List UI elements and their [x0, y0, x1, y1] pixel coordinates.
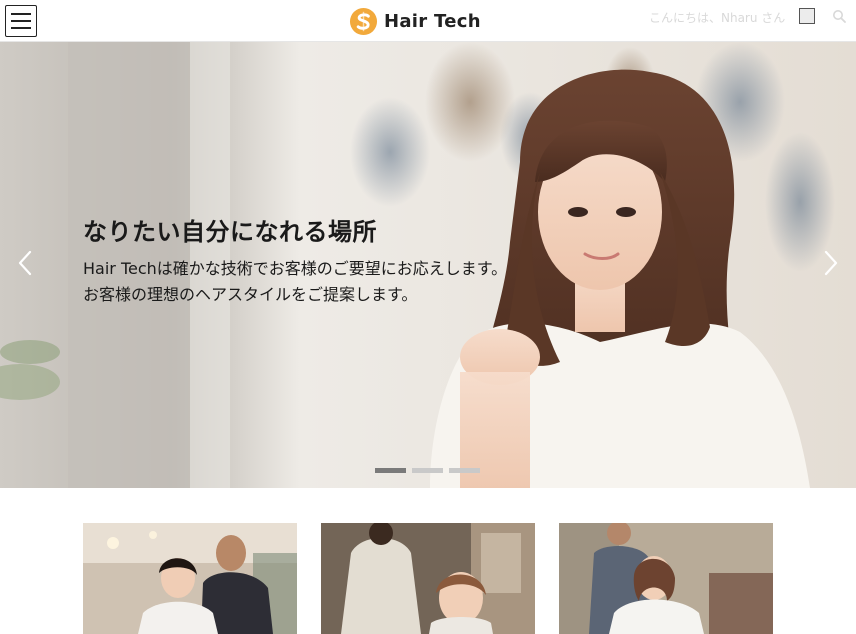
hair-tech-logo-icon — [349, 7, 378, 35]
chevron-right-icon — [824, 250, 838, 276]
chevron-left-icon — [18, 250, 32, 276]
salon-stylist-with-customer-photo — [83, 523, 297, 634]
carousel-prev-button[interactable] — [12, 248, 38, 278]
feature-card-2[interactable] — [321, 523, 535, 634]
feature-card-1[interactable] — [83, 523, 297, 634]
hero-carousel: なりたい自分になれる場所 Hair Techは確かな技術でお客様のご要望にお応え… — [0, 42, 856, 488]
hero-subtitle: Hair Techは確かな技術でお客様のご要望にお応えします。 お客様の理想のヘ… — [83, 256, 507, 308]
site-logo[interactable]: Hair Tech — [349, 6, 481, 36]
hero-subtitle-line-1: Hair Techは確かな技術でお客様のご要望にお応えします。 — [83, 259, 508, 278]
site-header: Hair Tech こんにちは、Nharu さん — [0, 0, 856, 42]
stylist-combing-customer-hair-photo — [321, 523, 535, 634]
user-greeting: こんにちは、Nharu さん — [649, 11, 786, 25]
carousel-indicators — [375, 468, 480, 473]
hamburger-menu-icon-bar — [11, 27, 31, 29]
hamburger-menu-button[interactable] — [5, 5, 37, 37]
user-avatar[interactable] — [799, 8, 815, 24]
carousel-next-button[interactable] — [818, 248, 844, 278]
hero-subtitle-line-2: お客様の理想のヘアスタイルをご提案します。 — [83, 285, 418, 304]
carousel-indicator-3[interactable] — [449, 468, 480, 473]
stylist-cutting-hair-photo — [559, 523, 773, 634]
carousel-indicator-1[interactable] — [375, 468, 406, 473]
brand-name: Hair Tech — [384, 10, 481, 32]
carousel-indicator-2[interactable] — [412, 468, 443, 473]
hamburger-menu-icon-bar — [11, 20, 31, 22]
feature-card-3[interactable] — [559, 523, 773, 634]
hero-title: なりたい自分になれる場所 — [83, 218, 377, 246]
hamburger-menu-icon — [11, 13, 31, 15]
search-icon[interactable] — [832, 9, 846, 23]
